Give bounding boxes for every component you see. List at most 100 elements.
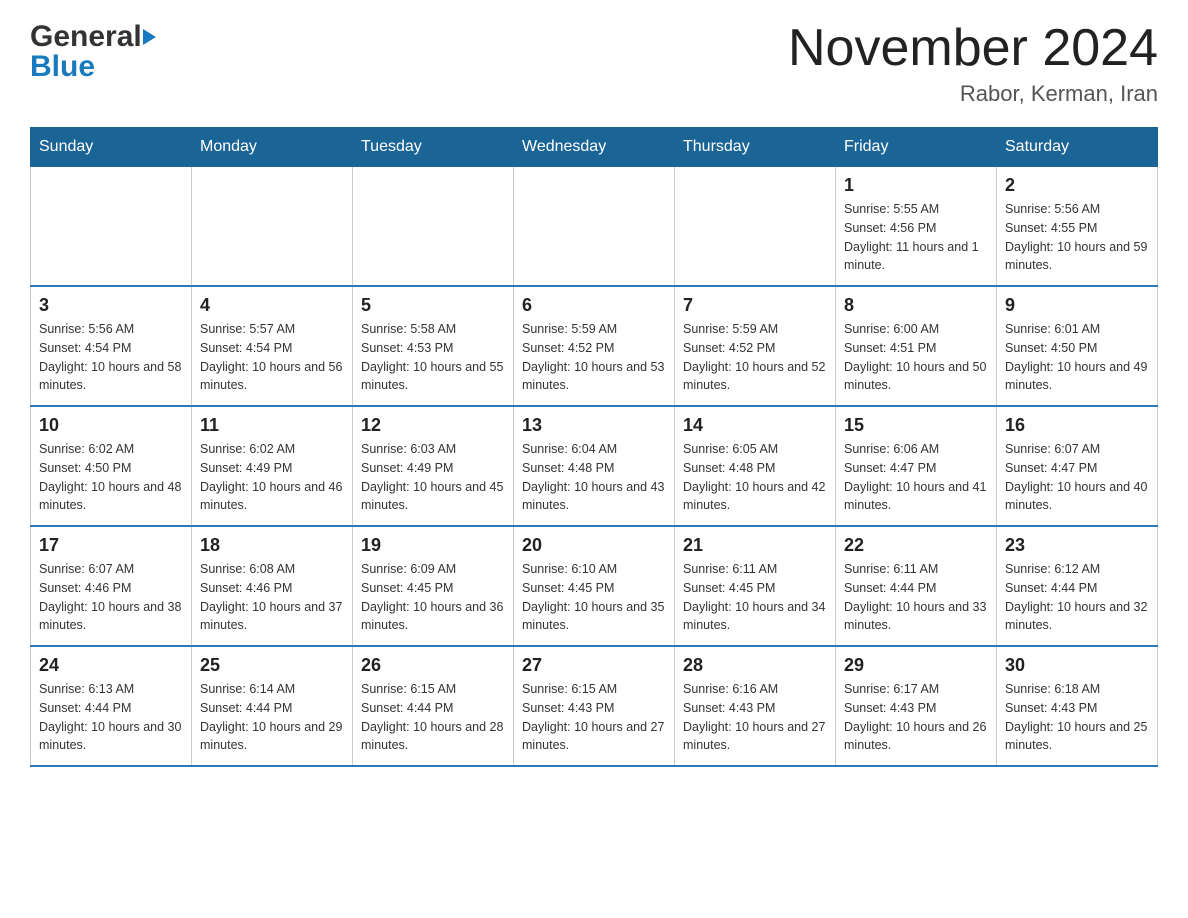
day-number: 18 <box>200 535 344 556</box>
weekday-header-tuesday: Tuesday <box>353 128 514 167</box>
day-info: Sunrise: 6:16 AM Sunset: 4:43 PM Dayligh… <box>683 680 827 755</box>
calendar-cell: 24Sunrise: 6:13 AM Sunset: 4:44 PM Dayli… <box>31 646 192 766</box>
calendar-cell: 5 Sunrise: 5:58 AM Sunset: 4:53 PM Daylig… <box>353 286 514 406</box>
day-number: 23 <box>1005 535 1149 556</box>
day-number: 13 <box>522 415 666 436</box>
calendar-cell: 27 Sunrise: 6:15 AM Sunset: 4:43 PM Dayli… <box>514 646 675 766</box>
calendar-cell: 21 Sunrise: 6:11 AM Sunset: 4:45 PM Dayli… <box>675 526 836 646</box>
day-info: Sunrise: 6:05 AM Sunset: 4:48 PM Dayligh… <box>683 440 827 515</box>
day-info: Sunrise: 5:56 AM Sunset: 4:55 PM Dayligh… <box>1005 200 1149 275</box>
logo: General Blue <box>30 20 156 84</box>
day-info: Sunrise: 5:59 AM Sunset: 4:52 PM Dayligh… <box>522 320 666 395</box>
day-number: 25 <box>200 655 344 676</box>
day-info: Sunrise: 5:58 AM Sunset: 4:53 PM Dayligh… <box>361 320 505 395</box>
day-info: Sunrise: 6:07 AM Sunset: 4:47 PM Dayligh… <box>1005 440 1149 515</box>
calendar-cell: 16 Sunrise: 6:07 AM Sunset: 4:47 PM Dayli… <box>997 406 1158 526</box>
logo-blue-text: Blue <box>30 50 95 84</box>
calendar-cell <box>31 167 192 287</box>
calendar-cell: 4Sunrise: 5:57 AM Sunset: 4:54 PM Daylig… <box>192 286 353 406</box>
calendar-row: 1 Sunrise: 5:55 AM Sunset: 4:56 PM Daylig… <box>31 167 1158 287</box>
day-number: 29 <box>844 655 988 676</box>
calendar-cell: 22 Sunrise: 6:11 AM Sunset: 4:44 PM Dayli… <box>836 526 997 646</box>
calendar-cell: 7 Sunrise: 5:59 AM Sunset: 4:52 PM Daylig… <box>675 286 836 406</box>
weekday-header-monday: Monday <box>192 128 353 167</box>
day-number: 3 <box>39 295 183 316</box>
day-info: Sunrise: 6:09 AM Sunset: 4:45 PM Dayligh… <box>361 560 505 635</box>
day-info: Sunrise: 6:14 AM Sunset: 4:44 PM Dayligh… <box>200 680 344 755</box>
calendar-cell <box>192 167 353 287</box>
day-info: Sunrise: 5:56 AM Sunset: 4:54 PM Dayligh… <box>39 320 183 395</box>
weekday-header-sunday: Sunday <box>31 128 192 167</box>
calendar-cell: 10 Sunrise: 6:02 AM Sunset: 4:50 PM Dayli… <box>31 406 192 526</box>
title-area: November 2024 Rabor, Kerman, Iran <box>788 20 1158 107</box>
day-number: 7 <box>683 295 827 316</box>
day-number: 27 <box>522 655 666 676</box>
logo-arrow-icon <box>143 29 156 45</box>
day-info: Sunrise: 6:15 AM Sunset: 4:44 PM Dayligh… <box>361 680 505 755</box>
day-info: Sunrise: 6:13 AM Sunset: 4:44 PM Dayligh… <box>39 680 183 755</box>
day-number: 8 <box>844 295 988 316</box>
calendar-row: 17Sunrise: 6:07 AM Sunset: 4:46 PM Dayli… <box>31 526 1158 646</box>
day-number: 20 <box>522 535 666 556</box>
calendar-cell: 18 Sunrise: 6:08 AM Sunset: 4:46 PM Dayli… <box>192 526 353 646</box>
day-info: Sunrise: 6:04 AM Sunset: 4:48 PM Dayligh… <box>522 440 666 515</box>
calendar-cell: 23 Sunrise: 6:12 AM Sunset: 4:44 PM Dayli… <box>997 526 1158 646</box>
weekday-header-wednesday: Wednesday <box>514 128 675 167</box>
weekday-header-thursday: Thursday <box>675 128 836 167</box>
day-info: Sunrise: 6:02 AM Sunset: 4:49 PM Dayligh… <box>200 440 344 515</box>
page-header: General Blue November 2024 Rabor, Kerman… <box>30 20 1158 107</box>
calendar-cell: 20 Sunrise: 6:10 AM Sunset: 4:45 PM Dayli… <box>514 526 675 646</box>
day-number: 5 <box>361 295 505 316</box>
calendar-cell: 17Sunrise: 6:07 AM Sunset: 4:46 PM Dayli… <box>31 526 192 646</box>
calendar-row: 3 Sunrise: 5:56 AM Sunset: 4:54 PM Daylig… <box>31 286 1158 406</box>
calendar-cell: 19 Sunrise: 6:09 AM Sunset: 4:45 PM Dayli… <box>353 526 514 646</box>
logo-general-text: General <box>30 20 142 54</box>
day-info: Sunrise: 6:01 AM Sunset: 4:50 PM Dayligh… <box>1005 320 1149 395</box>
calendar-cell: 13 Sunrise: 6:04 AM Sunset: 4:48 PM Dayli… <box>514 406 675 526</box>
calendar-cell: 3 Sunrise: 5:56 AM Sunset: 4:54 PM Daylig… <box>31 286 192 406</box>
day-number: 16 <box>1005 415 1149 436</box>
day-info: Sunrise: 5:55 AM Sunset: 4:56 PM Dayligh… <box>844 200 988 275</box>
calendar-cell: 6 Sunrise: 5:59 AM Sunset: 4:52 PM Daylig… <box>514 286 675 406</box>
day-number: 11 <box>200 415 344 436</box>
day-info: Sunrise: 6:18 AM Sunset: 4:43 PM Dayligh… <box>1005 680 1149 755</box>
weekday-header-saturday: Saturday <box>997 128 1158 167</box>
calendar-cell: 1 Sunrise: 5:55 AM Sunset: 4:56 PM Daylig… <box>836 167 997 287</box>
location-title: Rabor, Kerman, Iran <box>788 81 1158 107</box>
calendar-cell: 29Sunrise: 6:17 AM Sunset: 4:43 PM Dayli… <box>836 646 997 766</box>
calendar-cell: 15Sunrise: 6:06 AM Sunset: 4:47 PM Dayli… <box>836 406 997 526</box>
calendar-cell: 14Sunrise: 6:05 AM Sunset: 4:48 PM Dayli… <box>675 406 836 526</box>
day-info: Sunrise: 6:06 AM Sunset: 4:47 PM Dayligh… <box>844 440 988 515</box>
weekday-header-row: SundayMondayTuesdayWednesdayThursdayFrid… <box>31 128 1158 167</box>
day-number: 26 <box>361 655 505 676</box>
day-info: Sunrise: 6:11 AM Sunset: 4:45 PM Dayligh… <box>683 560 827 635</box>
calendar-cell: 25 Sunrise: 6:14 AM Sunset: 4:44 PM Dayli… <box>192 646 353 766</box>
calendar-cell <box>514 167 675 287</box>
day-number: 1 <box>844 175 988 196</box>
calendar-cell: 8 Sunrise: 6:00 AM Sunset: 4:51 PM Daylig… <box>836 286 997 406</box>
day-number: 28 <box>683 655 827 676</box>
day-number: 21 <box>683 535 827 556</box>
calendar-cell: 28 Sunrise: 6:16 AM Sunset: 4:43 PM Dayli… <box>675 646 836 766</box>
calendar-cell: 2Sunrise: 5:56 AM Sunset: 4:55 PM Daylig… <box>997 167 1158 287</box>
day-info: Sunrise: 6:12 AM Sunset: 4:44 PM Dayligh… <box>1005 560 1149 635</box>
day-number: 9 <box>1005 295 1149 316</box>
day-info: Sunrise: 5:59 AM Sunset: 4:52 PM Dayligh… <box>683 320 827 395</box>
day-number: 19 <box>361 535 505 556</box>
day-info: Sunrise: 6:10 AM Sunset: 4:45 PM Dayligh… <box>522 560 666 635</box>
calendar-cell: 11 Sunrise: 6:02 AM Sunset: 4:49 PM Dayli… <box>192 406 353 526</box>
day-number: 6 <box>522 295 666 316</box>
day-number: 10 <box>39 415 183 436</box>
month-title: November 2024 <box>788 20 1158 77</box>
day-info: Sunrise: 6:02 AM Sunset: 4:50 PM Dayligh… <box>39 440 183 515</box>
day-info: Sunrise: 6:15 AM Sunset: 4:43 PM Dayligh… <box>522 680 666 755</box>
day-number: 22 <box>844 535 988 556</box>
calendar-table: SundayMondayTuesdayWednesdayThursdayFrid… <box>30 127 1158 767</box>
day-info: Sunrise: 6:11 AM Sunset: 4:44 PM Dayligh… <box>844 560 988 635</box>
day-info: Sunrise: 6:03 AM Sunset: 4:49 PM Dayligh… <box>361 440 505 515</box>
day-info: Sunrise: 6:00 AM Sunset: 4:51 PM Dayligh… <box>844 320 988 395</box>
calendar-cell <box>353 167 514 287</box>
calendar-row: 24Sunrise: 6:13 AM Sunset: 4:44 PM Dayli… <box>31 646 1158 766</box>
day-info: Sunrise: 6:08 AM Sunset: 4:46 PM Dayligh… <box>200 560 344 635</box>
calendar-cell <box>675 167 836 287</box>
